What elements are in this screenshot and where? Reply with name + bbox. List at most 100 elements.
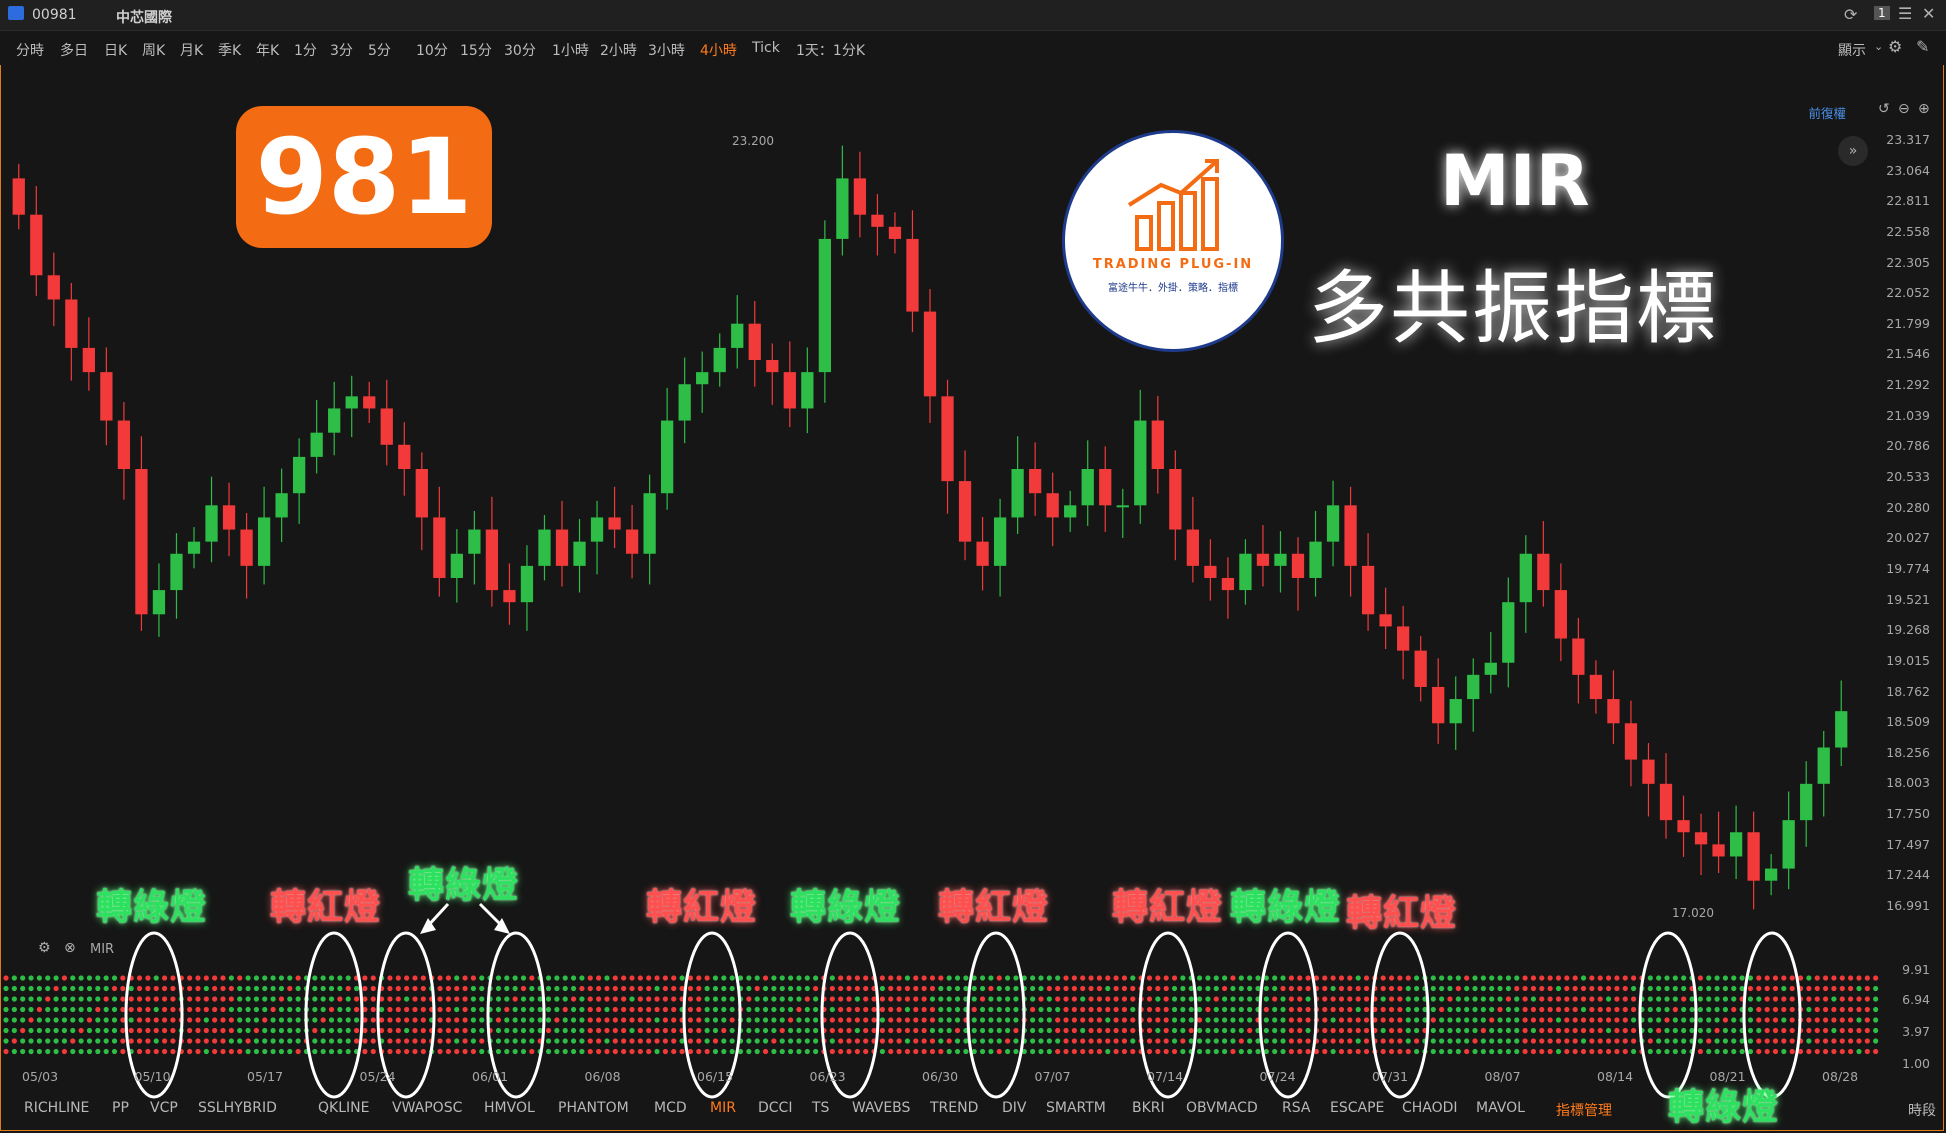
- mir-dot: [779, 1048, 785, 1055]
- mir-dot: [988, 1006, 994, 1013]
- mir-dot: [520, 1048, 527, 1055]
- mir-dot: [1113, 1027, 1119, 1034]
- mir-dot: [86, 1017, 93, 1023]
- candle-body: [257, 517, 271, 566]
- candle-body: [1694, 832, 1708, 845]
- indicator-tab-2[interactable]: VCP: [150, 1100, 178, 1116]
- indicator-tab-4[interactable]: QKLINE: [318, 1100, 369, 1116]
- mir-dot: [270, 1017, 276, 1023]
- mir-dot: [1071, 1006, 1077, 1013]
- mir-dot: [1580, 996, 1587, 1002]
- mir-dot: [1288, 1006, 1294, 1013]
- mir-dot: [1222, 1048, 1228, 1055]
- mir-dot: [203, 1017, 209, 1023]
- mir-dot: [1697, 996, 1703, 1002]
- mir-dot: [1697, 1027, 1703, 1034]
- mir-dot: [1171, 996, 1178, 1002]
- candle-body: [170, 553, 183, 591]
- mir-dot: [1322, 975, 1328, 981]
- mir-dot: [1355, 1006, 1361, 1013]
- mir-dot: [1439, 975, 1445, 981]
- mir-dot: [262, 1048, 268, 1055]
- mir-dot: [495, 975, 502, 981]
- indicator-tab-6[interactable]: HMVOL: [484, 1100, 535, 1116]
- indicator-tab-21[interactable]: MAVOL: [1476, 1100, 1525, 1116]
- mir-dot: [1722, 985, 1729, 992]
- mir-dot: [629, 1027, 635, 1034]
- mir-dot: [712, 1006, 719, 1013]
- mir-dot: [1714, 1038, 1720, 1044]
- mir-dot: [1388, 1006, 1395, 1013]
- mir-dot: [1555, 1048, 1562, 1055]
- indicator-tab-17[interactable]: OBVMACD: [1186, 1100, 1258, 1116]
- mir-dot: [337, 975, 343, 981]
- mir-dot: [1388, 985, 1395, 992]
- mir-dot: [904, 975, 911, 981]
- mir-dot: [696, 996, 702, 1002]
- mir-dot: [1046, 996, 1052, 1002]
- mir-dot: [929, 975, 936, 981]
- mir-dot: [1722, 1006, 1729, 1013]
- mir-dot: [1731, 985, 1737, 992]
- mir-dot: [228, 1027, 234, 1034]
- indicator-settings-icon[interactable]: ⚙: [38, 940, 51, 956]
- indicator-tab-19[interactable]: ESCAPE: [1330, 1100, 1384, 1116]
- mir-dot: [779, 1006, 785, 1013]
- mir-dot: [1180, 1017, 1186, 1023]
- candle-body: [906, 238, 919, 312]
- indicator-tab-8[interactable]: MCD: [654, 1100, 687, 1116]
- mir-dot: [78, 1017, 84, 1023]
- mir-dot: [896, 996, 902, 1002]
- indicator-tab-15[interactable]: SMARTM: [1046, 1100, 1106, 1116]
- indicator-tab-10[interactable]: DCCI: [758, 1100, 792, 1116]
- mir-dot: [712, 996, 719, 1002]
- mir-dot: [70, 985, 76, 992]
- mir-dot: [1697, 1017, 1703, 1023]
- mir-dot: [1656, 975, 1662, 981]
- mir-dot: [1288, 985, 1294, 992]
- mir-dot: [1589, 985, 1595, 992]
- mir-dot: [1347, 985, 1353, 992]
- mir-dot: [1764, 996, 1770, 1002]
- candle-body: [82, 347, 95, 373]
- mir-dot: [1814, 996, 1820, 1002]
- mir-dot: [512, 975, 518, 981]
- indicator-tab-3[interactable]: SSLHYBRID: [198, 1100, 277, 1116]
- indicator-tab-0[interactable]: RICHLINE: [24, 1100, 89, 1116]
- indicator-tab-11[interactable]: TS: [812, 1100, 829, 1116]
- mir-dot: [328, 1038, 335, 1044]
- mir-dot: [1447, 975, 1453, 981]
- indicator-tab-22[interactable]: 指標管理: [1556, 1100, 1612, 1120]
- indicator-tab-16[interactable]: BKRI: [1132, 1100, 1165, 1116]
- mir-dot: [320, 985, 326, 992]
- mir-dot: [1230, 1038, 1236, 1044]
- section-label[interactable]: 時段: [1908, 1100, 1936, 1120]
- date-tick: 08/14: [1597, 1069, 1634, 1084]
- price-tick: 19.015: [1886, 652, 1930, 668]
- mir-dot: [395, 1017, 401, 1023]
- indicator-tab-18[interactable]: RSA: [1282, 1100, 1310, 1116]
- mir-dot: [195, 1048, 201, 1055]
- mir-dot: [596, 985, 602, 992]
- mir-dot: [370, 1038, 376, 1044]
- indicator-close-icon[interactable]: ⊗: [64, 940, 76, 956]
- mir-dot: [1622, 1017, 1628, 1023]
- mir-dot: [662, 1038, 668, 1044]
- mir-dot: [153, 996, 159, 1002]
- mir-dot: [61, 1027, 68, 1034]
- indicator-tab-14[interactable]: DIV: [1002, 1100, 1027, 1116]
- mir-dot: [813, 1006, 819, 1013]
- indicator-tab-20[interactable]: CHAODI: [1402, 1100, 1458, 1116]
- mir-dot: [921, 1038, 927, 1044]
- indicator-tab-1[interactable]: PP: [112, 1100, 129, 1116]
- mir-dot: [671, 1048, 677, 1055]
- mir-dot: [662, 996, 668, 1002]
- indicator-tab-12[interactable]: WAVEBS: [852, 1100, 910, 1116]
- candle-body: [275, 493, 288, 518]
- indicator-tab-5[interactable]: VWAPOSC: [392, 1100, 462, 1116]
- indicator-tab-7[interactable]: PHANTOM: [558, 1100, 629, 1116]
- candle-body: [1782, 820, 1795, 869]
- candle-body: [1800, 783, 1813, 821]
- indicator-tab-13[interactable]: TREND: [930, 1100, 978, 1116]
- indicator-tab-9[interactable]: MIR: [710, 1100, 736, 1116]
